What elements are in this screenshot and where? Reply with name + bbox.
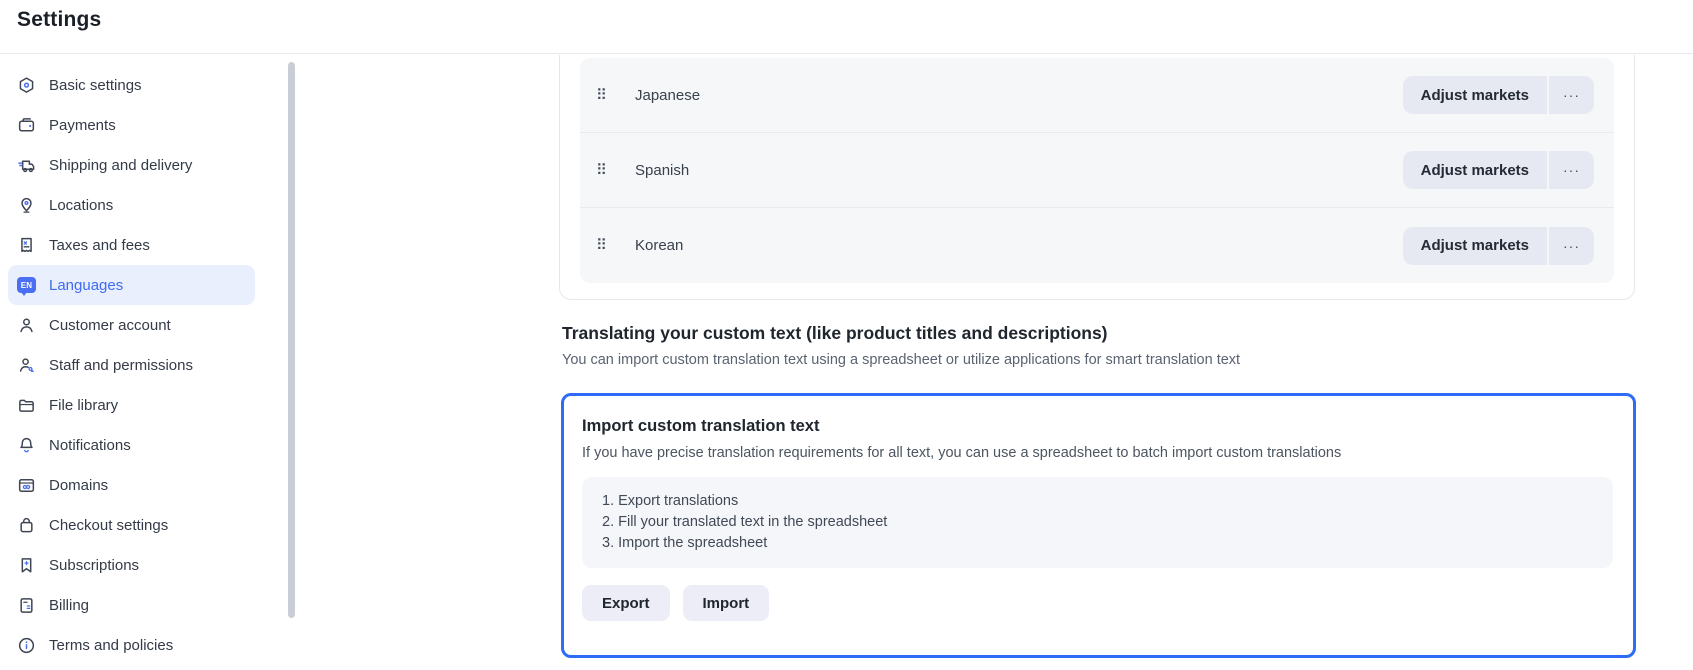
export-button[interactable]: Export xyxy=(582,585,670,621)
sidebar-item-label: Billing xyxy=(49,597,89,614)
person-key-icon xyxy=(17,356,36,375)
sidebar-item-label: Subscriptions xyxy=(49,557,139,574)
sidebar-item-label: Terms and policies xyxy=(49,637,173,654)
sidebar-item-label: Shipping and delivery xyxy=(49,157,192,174)
language-badge-text: EN xyxy=(21,281,33,290)
sidebar-item-taxes[interactable]: Taxes and fees xyxy=(8,225,255,265)
page-header: Settings xyxy=(0,0,1693,54)
truck-icon xyxy=(17,156,36,175)
language-row-korean: ⠿ Korean Adjust markets ··· xyxy=(580,208,1614,283)
more-options-button[interactable]: ··· xyxy=(1549,151,1594,189)
more-options-button[interactable]: ··· xyxy=(1549,227,1594,265)
map-pin-icon xyxy=(17,196,36,215)
sidebar-item-label: Basic settings xyxy=(49,77,142,94)
sidebar-item-customer-account[interactable]: Customer account xyxy=(8,305,255,345)
import-custom-translation-card: Import custom translation text If you ha… xyxy=(561,393,1636,658)
sidebar-item-domains[interactable]: Domains xyxy=(8,465,255,505)
drag-handle-icon[interactable]: ⠿ xyxy=(596,163,616,178)
sidebar-item-label: Domains xyxy=(49,477,108,494)
import-button[interactable]: Import xyxy=(683,585,770,621)
sidebar-item-payments[interactable]: Payments xyxy=(8,105,255,145)
section-title: Translating your custom text (like produ… xyxy=(562,323,1108,344)
sidebar-item-notifications[interactable]: Notifications xyxy=(8,425,255,465)
language-bubble-icon: EN xyxy=(17,276,36,295)
adjust-markets-button[interactable]: Adjust markets xyxy=(1403,151,1547,189)
sidebar-item-label: Languages xyxy=(49,277,123,294)
drag-handle-icon[interactable]: ⠿ xyxy=(596,88,616,103)
sidebar-item-shipping[interactable]: Shipping and delivery xyxy=(8,145,255,185)
language-name: Korean xyxy=(635,237,683,254)
adjust-markets-button[interactable]: Adjust markets xyxy=(1403,76,1547,114)
sidebar-item-label: Notifications xyxy=(49,437,131,454)
folder-icon xyxy=(17,396,36,415)
sidebar-item-label: Payments xyxy=(49,117,116,134)
sidebar-item-checkout-settings[interactable]: Checkout settings xyxy=(8,505,255,545)
import-step-2: 2. Fill your translated text in the spre… xyxy=(602,512,1613,533)
settings-sidebar: Basic settings Payments Shipping and del… xyxy=(0,54,302,670)
languages-card: ⠿ Japanese Adjust markets ··· ⠿ Spanish … xyxy=(559,55,1635,300)
sidebar-item-label: Locations xyxy=(49,197,113,214)
sidebar-item-subscriptions[interactable]: Subscriptions xyxy=(8,545,255,585)
person-icon xyxy=(17,316,36,335)
sidebar-scrollbar[interactable] xyxy=(288,62,295,618)
language-row-japanese: ⠿ Japanese Adjust markets ··· xyxy=(580,58,1614,133)
more-options-button[interactable]: ··· xyxy=(1549,76,1594,114)
page-title: Settings xyxy=(17,8,101,32)
sidebar-item-basic-settings[interactable]: Basic settings xyxy=(8,65,255,105)
sidebar-item-label: Checkout settings xyxy=(49,517,168,534)
import-steps-box: 1. Export translations 2. Fill your tran… xyxy=(582,477,1613,568)
import-step-1: 1. Export translations xyxy=(602,491,1613,512)
receipt-icon xyxy=(17,236,36,255)
sidebar-item-label: Taxes and fees xyxy=(49,237,150,254)
import-card-title: Import custom translation text xyxy=(582,417,1613,436)
sidebar-item-terms[interactable]: Terms and policies xyxy=(8,625,255,665)
browser-link-icon xyxy=(17,476,36,495)
sidebar-item-label: File library xyxy=(49,397,118,414)
shopping-bag-icon xyxy=(17,516,36,535)
sidebar-item-staff[interactable]: Staff and permissions xyxy=(8,345,255,385)
gear-icon xyxy=(17,76,36,95)
adjust-markets-button[interactable]: Adjust markets xyxy=(1403,227,1547,265)
language-name: Spanish xyxy=(635,162,689,179)
sidebar-item-label: Staff and permissions xyxy=(49,357,193,374)
sidebar-item-locations[interactable]: Locations xyxy=(8,185,255,225)
sidebar-item-billing[interactable]: Billing xyxy=(8,585,255,625)
drag-handle-icon[interactable]: ⠿ xyxy=(596,238,616,253)
language-name: Japanese xyxy=(635,87,700,104)
import-card-description: If you have precise translation requirem… xyxy=(582,445,1613,461)
sidebar-item-file-library[interactable]: File library xyxy=(8,385,255,425)
sidebar-item-languages[interactable]: EN Languages xyxy=(8,265,255,305)
bell-icon xyxy=(17,436,36,455)
wallet-icon xyxy=(17,116,36,135)
import-step-3: 3. Import the spreadsheet xyxy=(602,533,1613,554)
invoice-icon xyxy=(17,596,36,615)
sidebar-item-label: Customer account xyxy=(49,317,171,334)
language-row-spanish: ⠿ Spanish Adjust markets ··· xyxy=(580,133,1614,208)
section-subtitle: You can import custom translation text u… xyxy=(562,352,1240,368)
language-list: ⠿ Japanese Adjust markets ··· ⠿ Spanish … xyxy=(580,58,1614,283)
bookmark-plus-icon xyxy=(17,556,36,575)
info-circle-icon xyxy=(17,636,36,655)
